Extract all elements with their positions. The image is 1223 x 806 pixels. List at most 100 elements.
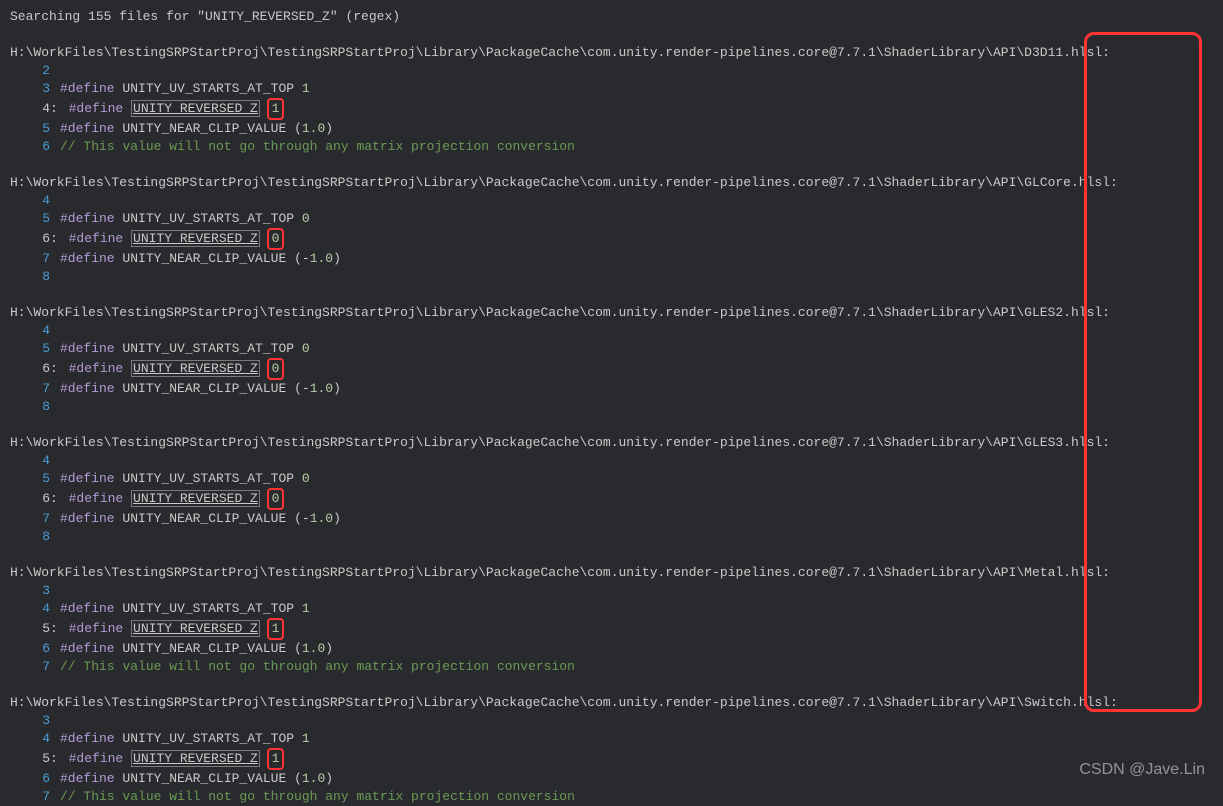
search-summary: Searching 155 files for "UNITY_REVERSED_… [10,8,1223,26]
comment-text: // This value will not go through any ma… [60,659,575,674]
define-value: 1.0 [302,121,325,136]
preprocessor-keyword: #define [60,121,115,136]
code-line[interactable]: 7#define UNITY_NEAR_CLIP_VALUE (-1.0) [10,380,1223,398]
define-identifier: UNITY_NEAR_CLIP_VALUE [122,771,286,786]
code-line[interactable]: 5#define UNITY_NEAR_CLIP_VALUE (1.0) [10,120,1223,138]
annotation-box-value: 1 [267,748,285,770]
code-line[interactable]: 7#define UNITY_NEAR_CLIP_VALUE (-1.0) [10,250,1223,268]
line-number: 3 [10,712,50,730]
define-identifier: UNITY_REVERSED_Z [131,490,260,507]
preprocessor-keyword: #define [69,751,124,766]
code-line[interactable]: 7// This value will not go through any m… [10,658,1223,676]
annotation-box-value: 1 [267,618,285,640]
line-number: 4 [10,100,50,118]
code-line[interactable]: 2 [10,62,1223,80]
preprocessor-keyword: #define [60,81,115,96]
line-number: 4 [10,322,50,340]
line-number: 8 [10,268,50,286]
code-line[interactable]: 8 [10,528,1223,546]
code-line[interactable]: 6: #define UNITY_REVERSED_Z 0 [10,358,1223,380]
match-indicator: : [50,491,66,506]
code-line[interactable]: 5#define UNITY_UV_STARTS_AT_TOP 0 [10,340,1223,358]
define-value: 0 [302,471,310,486]
define-identifier: UNITY_NEAR_CLIP_VALUE [122,251,286,266]
line-number: 7 [10,380,50,398]
code-line[interactable]: 4 [10,452,1223,470]
match-indicator: : [50,621,66,636]
code-line[interactable]: 5: #define UNITY_REVERSED_Z 1 [10,748,1223,770]
code-line[interactable]: 5#define UNITY_UV_STARTS_AT_TOP 0 [10,210,1223,228]
annotation-box-value: 0 [267,488,285,510]
code-line[interactable]: 6#define UNITY_NEAR_CLIP_VALUE (1.0) [10,640,1223,658]
file-path[interactable]: H:\WorkFiles\TestingSRPStartProj\Testing… [10,694,1223,712]
code-line[interactable]: 3 [10,712,1223,730]
file-path[interactable]: H:\WorkFiles\TestingSRPStartProj\Testing… [10,434,1223,452]
define-identifier: UNITY_REVERSED_Z [131,100,260,117]
code-line[interactable]: 5: #define UNITY_REVERSED_Z 1 [10,618,1223,640]
define-value: 1.0 [310,251,333,266]
define-identifier: UNITY_REVERSED_Z [131,360,260,377]
line-number: 7 [10,250,50,268]
line-number: 6 [10,490,50,508]
define-identifier: UNITY_UV_STARTS_AT_TOP [122,471,294,486]
file-path[interactable]: H:\WorkFiles\TestingSRPStartProj\Testing… [10,564,1223,582]
code-line[interactable]: 6 // This value will not go through any m… [10,138,1223,156]
define-value: 0 [272,361,280,376]
line-number: 3 [10,582,50,600]
search-results-panel[interactable]: Searching 155 files for "UNITY_REVERSED_… [0,0,1223,806]
define-value: 1 [302,731,310,746]
line-number: 8 [10,398,50,416]
annotation-box-value: 1 [267,98,285,120]
preprocessor-keyword: #define [60,251,115,266]
preprocessor-keyword: #define [60,471,115,486]
line-number: 6 [10,138,50,156]
comment-text: // This value will not go through any ma… [60,139,575,154]
match-indicator: : [50,231,66,246]
line-number: 8 [10,528,50,546]
preprocessor-keyword: #define [69,491,124,506]
file-result-block: H:\WorkFiles\TestingSRPStartProj\Testing… [10,564,1223,676]
code-line[interactable]: 7#define UNITY_NEAR_CLIP_VALUE (-1.0) [10,510,1223,528]
match-indicator: : [50,101,66,116]
line-number: 6 [10,230,50,248]
comment-text: // This value will not go through any ma… [60,789,575,804]
line-number: 5 [10,210,50,228]
code-line[interactable]: 4 [10,322,1223,340]
code-line[interactable]: 3#define UNITY_UV_STARTS_AT_TOP 1 [10,80,1223,98]
code-line[interactable]: 6: #define UNITY_REVERSED_Z 0 [10,488,1223,510]
define-identifier: UNITY_REVERSED_Z [131,620,260,637]
preprocessor-keyword: #define [60,341,115,356]
code-line[interactable]: 4#define UNITY_UV_STARTS_AT_TOP 1 [10,730,1223,748]
preprocessor-keyword: #define [60,211,115,226]
define-identifier: UNITY_REVERSED_Z [131,230,260,247]
file-result-block: H:\WorkFiles\TestingSRPStartProj\Testing… [10,174,1223,286]
define-identifier: UNITY_REVERSED_Z [131,750,260,767]
code-line[interactable]: 4: #define UNITY_REVERSED_Z 1 [10,98,1223,120]
line-number: 5 [10,750,50,768]
file-path[interactable]: H:\WorkFiles\TestingSRPStartProj\Testing… [10,304,1223,322]
line-number: 2 [10,62,50,80]
line-number: 5 [10,120,50,138]
line-number: 5 [10,340,50,358]
code-line[interactable]: 8 [10,268,1223,286]
code-line[interactable]: 5#define UNITY_UV_STARTS_AT_TOP 0 [10,470,1223,488]
file-path[interactable]: H:\WorkFiles\TestingSRPStartProj\Testing… [10,174,1223,192]
define-value: 1 [302,601,310,616]
define-value: 1 [272,621,280,636]
code-line[interactable]: 6: #define UNITY_REVERSED_Z 0 [10,228,1223,250]
code-line[interactable]: 4#define UNITY_UV_STARTS_AT_TOP 1 [10,600,1223,618]
match-indicator: : [50,751,66,766]
preprocessor-keyword: #define [69,361,124,376]
file-path[interactable]: H:\WorkFiles\TestingSRPStartProj\Testing… [10,44,1223,62]
define-value: 1.0 [302,641,325,656]
line-number: 4 [10,600,50,618]
code-line[interactable]: 8 [10,398,1223,416]
code-line[interactable]: 6#define UNITY_NEAR_CLIP_VALUE (1.0) [10,770,1223,788]
match-indicator: : [50,361,66,376]
file-result-block: H:\WorkFiles\TestingSRPStartProj\Testing… [10,304,1223,416]
code-line[interactable]: 3 [10,582,1223,600]
code-line[interactable]: 4 [10,192,1223,210]
line-number: 4 [10,730,50,748]
line-number: 7 [10,510,50,528]
define-value: 1.0 [302,771,325,786]
